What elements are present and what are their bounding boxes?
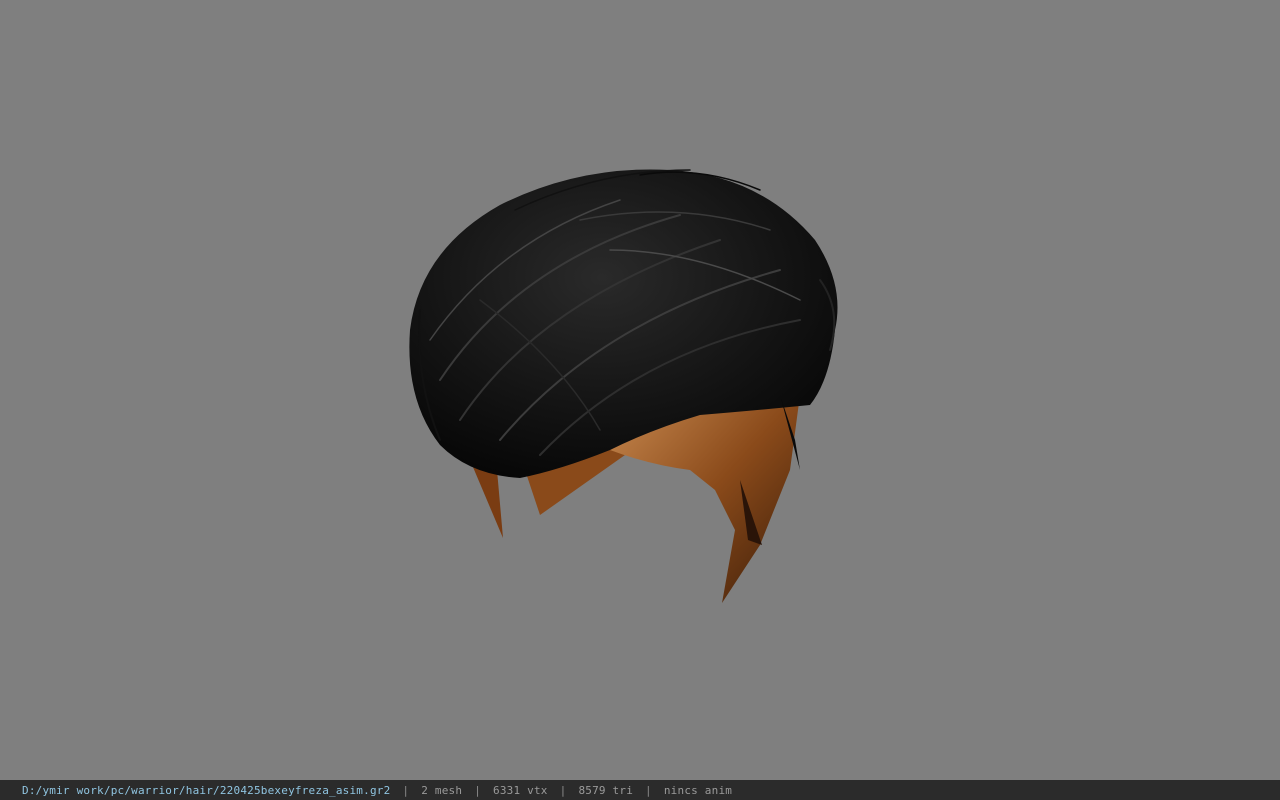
separator: | <box>645 783 652 797</box>
separator: | <box>559 783 567 797</box>
separator: | <box>474 783 482 797</box>
triangle-count: 8579 tri <box>578 783 634 797</box>
animation-status: nincs anim <box>663 783 733 797</box>
mesh-count: 2 mesh <box>421 783 463 797</box>
3d-viewport[interactable] <box>0 0 1280 780</box>
status-bar: D:/ymir work/pc/warrior/hair/220425bexey… <box>0 780 1280 800</box>
file-path: D:/ymir work/pc/warrior/hair/220425bexey… <box>22 783 391 797</box>
separator: | <box>402 783 410 797</box>
model-render[interactable] <box>0 0 1280 780</box>
vertex-count: 6331 vtx <box>493 783 548 797</box>
